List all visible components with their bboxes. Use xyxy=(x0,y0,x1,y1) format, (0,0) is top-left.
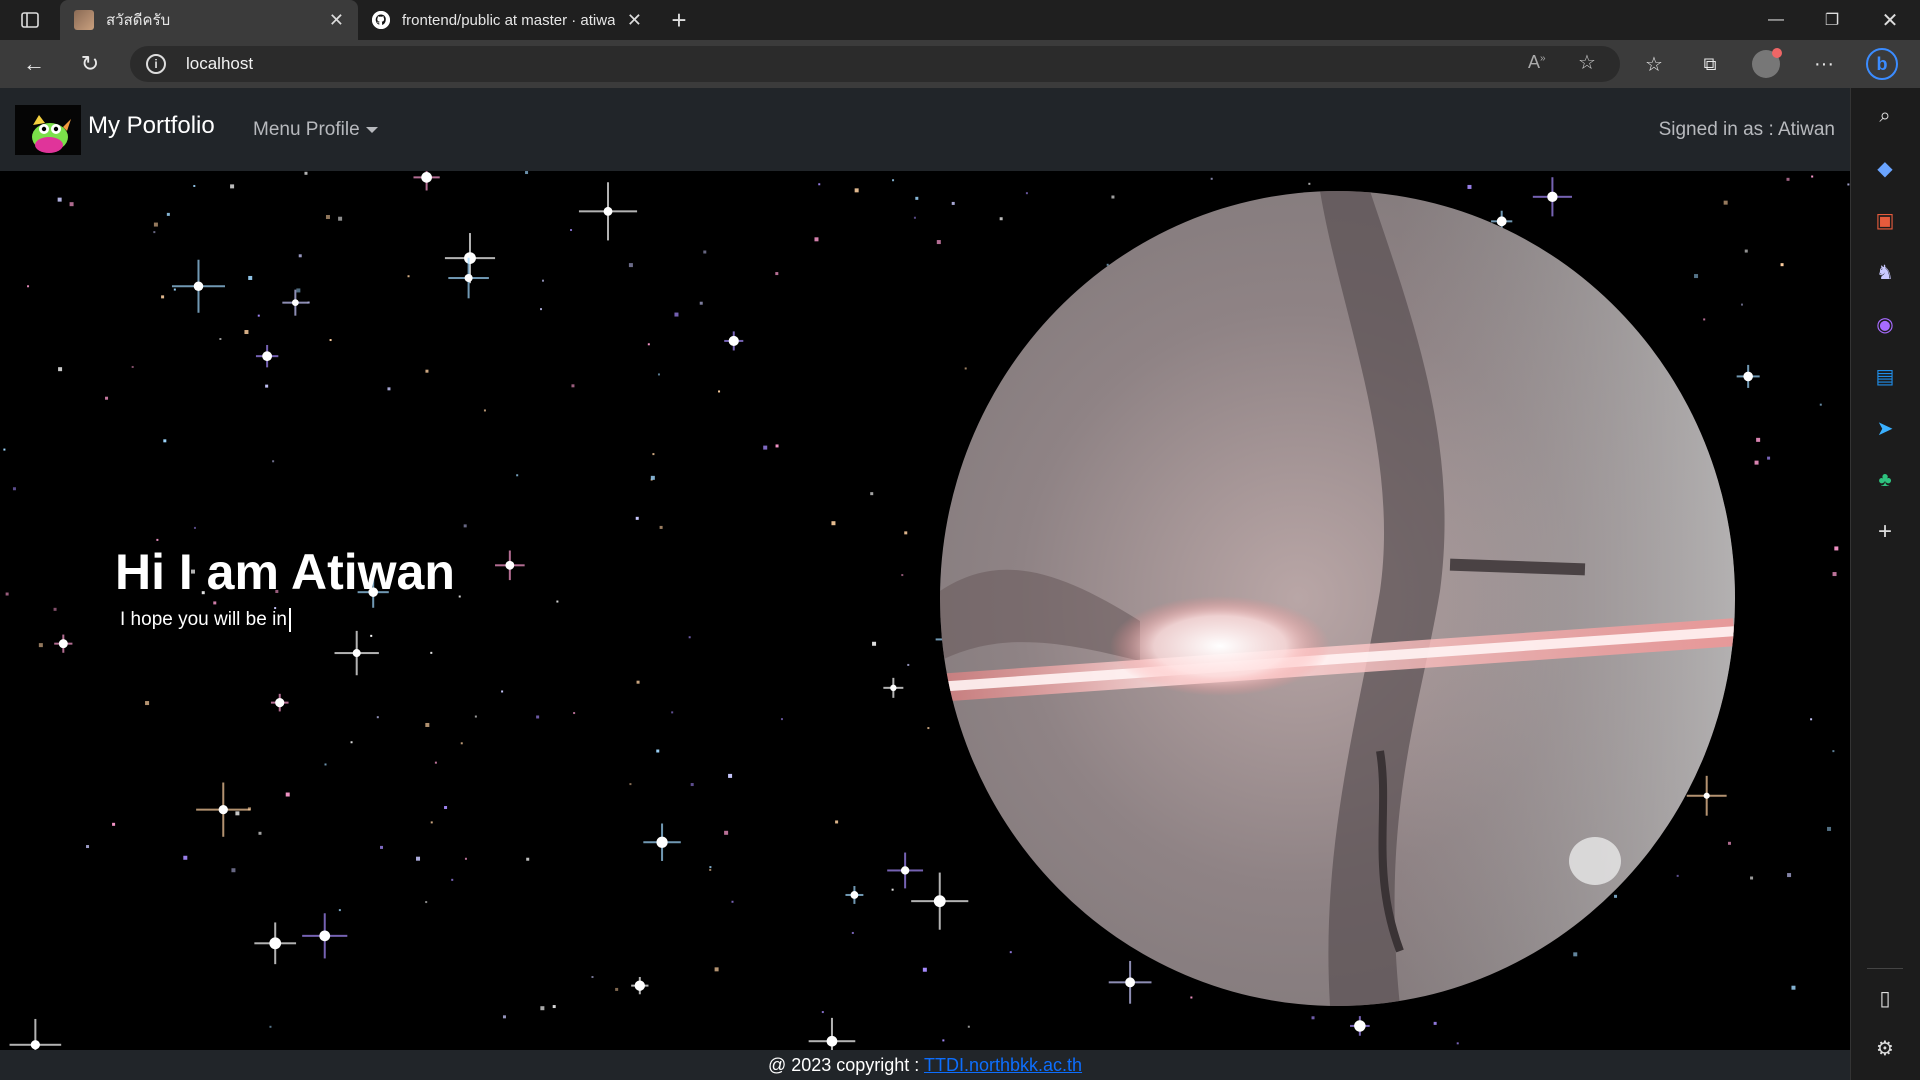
url-text[interactable]: localhost xyxy=(186,54,253,74)
tab-title: frontend/public at master · atiwa xyxy=(402,11,616,29)
tree-icon[interactable]: ♣ xyxy=(1871,466,1899,494)
site-navbar: My Portfolio Menu Profile Signed in as :… xyxy=(0,88,1850,171)
hero-section: Hi I am Atiwan I hope you will be in xyxy=(0,171,1850,1050)
close-window-icon[interactable]: ✕ xyxy=(1862,0,1918,40)
tab-close-icon[interactable]: ✕ xyxy=(627,10,642,31)
new-tab-icon[interactable]: + xyxy=(660,5,698,35)
more-icon[interactable]: ··· xyxy=(1806,46,1842,82)
info-icon[interactable]: i xyxy=(146,54,166,74)
drop-icon[interactable]: ➤ xyxy=(1871,414,1899,442)
edge-sidebar: ⌕ ◆ ▣ ♞ ◉ ▤ ➤ ♣ + ▯ ⚙ xyxy=(1850,88,1920,1080)
profile-photo xyxy=(940,191,1735,1006)
add-favorite-icon[interactable]: ☆ xyxy=(1578,50,1596,75)
read-aloud-icon[interactable]: A» xyxy=(1528,52,1546,73)
github-icon xyxy=(372,11,390,29)
tab-github[interactable]: frontend/public at master · atiwa ✕ xyxy=(358,0,656,40)
tab-favicon-icon xyxy=(74,10,94,30)
sidebar-divider xyxy=(1867,968,1903,969)
browser-window: สวัสดีครับ ✕ frontend/public at master ·… xyxy=(0,0,1920,1080)
chevron-down-icon xyxy=(365,127,378,133)
collections-icon[interactable]: ⧉ xyxy=(1692,46,1728,82)
footer-link[interactable]: TTDI.northbkk.ac.th xyxy=(924,1055,1082,1075)
tab-close-icon[interactable]: ✕ xyxy=(329,10,344,31)
maximize-icon[interactable]: ❐ xyxy=(1804,0,1860,40)
shopping-icon[interactable]: ◆ xyxy=(1871,154,1899,182)
split-screen-icon[interactable]: ▯ xyxy=(1871,984,1899,1012)
favorites-icon[interactable]: ☆ xyxy=(1636,46,1672,82)
signed-in-status: Signed in as : Atiwan xyxy=(1659,119,1835,141)
typing-cursor xyxy=(288,608,291,632)
reload-icon[interactable]: ↻ xyxy=(72,46,108,82)
tab-title: สวัสดีครับ xyxy=(106,12,171,29)
address-bar[interactable]: i localhost A» ☆ xyxy=(130,46,1620,82)
web-page: My Portfolio Menu Profile Signed in as :… xyxy=(0,88,1850,1080)
site-footer: @ 2023 copyright : TTDI.northbkk.ac.th xyxy=(0,1050,1850,1080)
address-toolbar: ← ↻ i localhost A» ☆ ☆ ⧉ ··· b xyxy=(0,40,1920,88)
search-icon[interactable]: ⌕ xyxy=(1871,102,1899,130)
menu-profile-dropdown[interactable]: Menu Profile xyxy=(253,119,378,141)
tab-active[interactable]: สวัสดีครับ ✕ xyxy=(60,0,358,40)
copyright-text: @ 2023 copyright : xyxy=(767,1055,924,1075)
tools-icon[interactable]: ▣ xyxy=(1871,206,1899,234)
signed-in-name[interactable]: Atiwan xyxy=(1778,119,1835,140)
typing-text: I hope you will be in xyxy=(120,609,287,631)
tab-actions-icon[interactable] xyxy=(10,5,50,35)
hero-subtitle: I hope you will be in xyxy=(120,608,291,632)
back-icon[interactable]: ← xyxy=(16,46,52,82)
minimize-icon[interactable]: — xyxy=(1748,0,1804,40)
add-icon[interactable]: + xyxy=(1871,518,1899,546)
bing-icon[interactable]: b xyxy=(1864,46,1900,82)
brand-title[interactable]: My Portfolio xyxy=(88,112,215,140)
office-icon[interactable]: ◉ xyxy=(1871,310,1899,338)
games-icon[interactable]: ♞ xyxy=(1871,258,1899,286)
signed-in-label: Signed in as : xyxy=(1658,119,1778,140)
tab-bar: สวัสดีครับ ✕ frontend/public at master ·… xyxy=(0,0,1920,40)
hero-title: Hi I am Atiwan xyxy=(115,544,455,600)
brand-logo-icon[interactable] xyxy=(15,105,81,155)
settings-icon[interactable]: ⚙ xyxy=(1871,1034,1899,1062)
menu-profile-label: Menu Profile xyxy=(253,119,360,140)
profile-icon[interactable] xyxy=(1748,46,1784,82)
outlook-icon[interactable]: ▤ xyxy=(1871,362,1899,390)
